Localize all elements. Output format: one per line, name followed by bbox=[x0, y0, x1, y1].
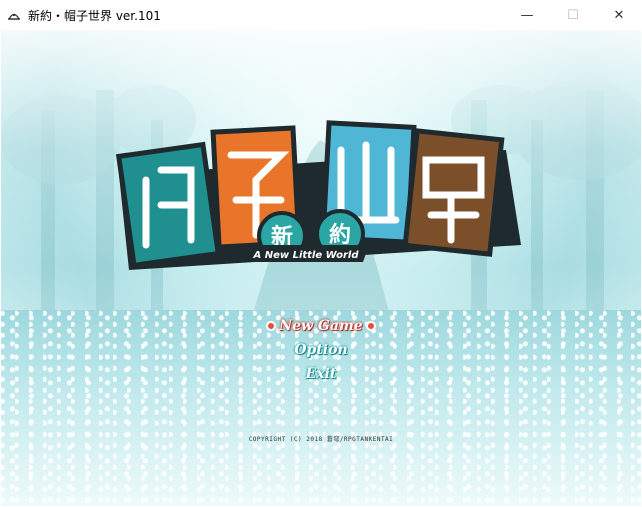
menu-label-option: Option bbox=[294, 342, 348, 358]
menu-item-exit[interactable]: Exit bbox=[1, 366, 641, 382]
minimize-button[interactable]: — bbox=[504, 0, 550, 30]
menu-label-exit: Exit bbox=[305, 366, 337, 382]
menu-item-option[interactable]: Option bbox=[1, 342, 641, 358]
window-title: 新約・帽子世界 ver.101 bbox=[28, 8, 161, 23]
game-screen[interactable]: 新 約 A New Little World New Game Option E… bbox=[1, 30, 641, 506]
menu-item-new-game[interactable]: New Game bbox=[1, 318, 641, 334]
title-bar[interactable]: 新約・帽子世界 ver.101 — ☐ ✕ bbox=[0, 0, 642, 30]
selection-left-icon bbox=[266, 321, 277, 331]
selection-right-icon bbox=[365, 321, 376, 331]
menu-label-new-game: New Game bbox=[279, 318, 363, 334]
maximize-button[interactable]: ☐ bbox=[550, 0, 596, 30]
logo-subtitle: A New Little World bbox=[252, 250, 359, 261]
close-button[interactable]: ✕ bbox=[596, 0, 642, 30]
logo-badge-2: 約 bbox=[329, 222, 351, 248]
window-controls: — ☐ ✕ bbox=[504, 0, 642, 30]
app-window: 新約・帽子世界 ver.101 — ☐ ✕ 新 約 A New Little W… bbox=[0, 0, 642, 507]
hat-icon bbox=[6, 7, 22, 23]
copyright-text: COPYRIGHT (C) 2018 蒼穹/RPGTANKENTAI bbox=[248, 436, 394, 443]
